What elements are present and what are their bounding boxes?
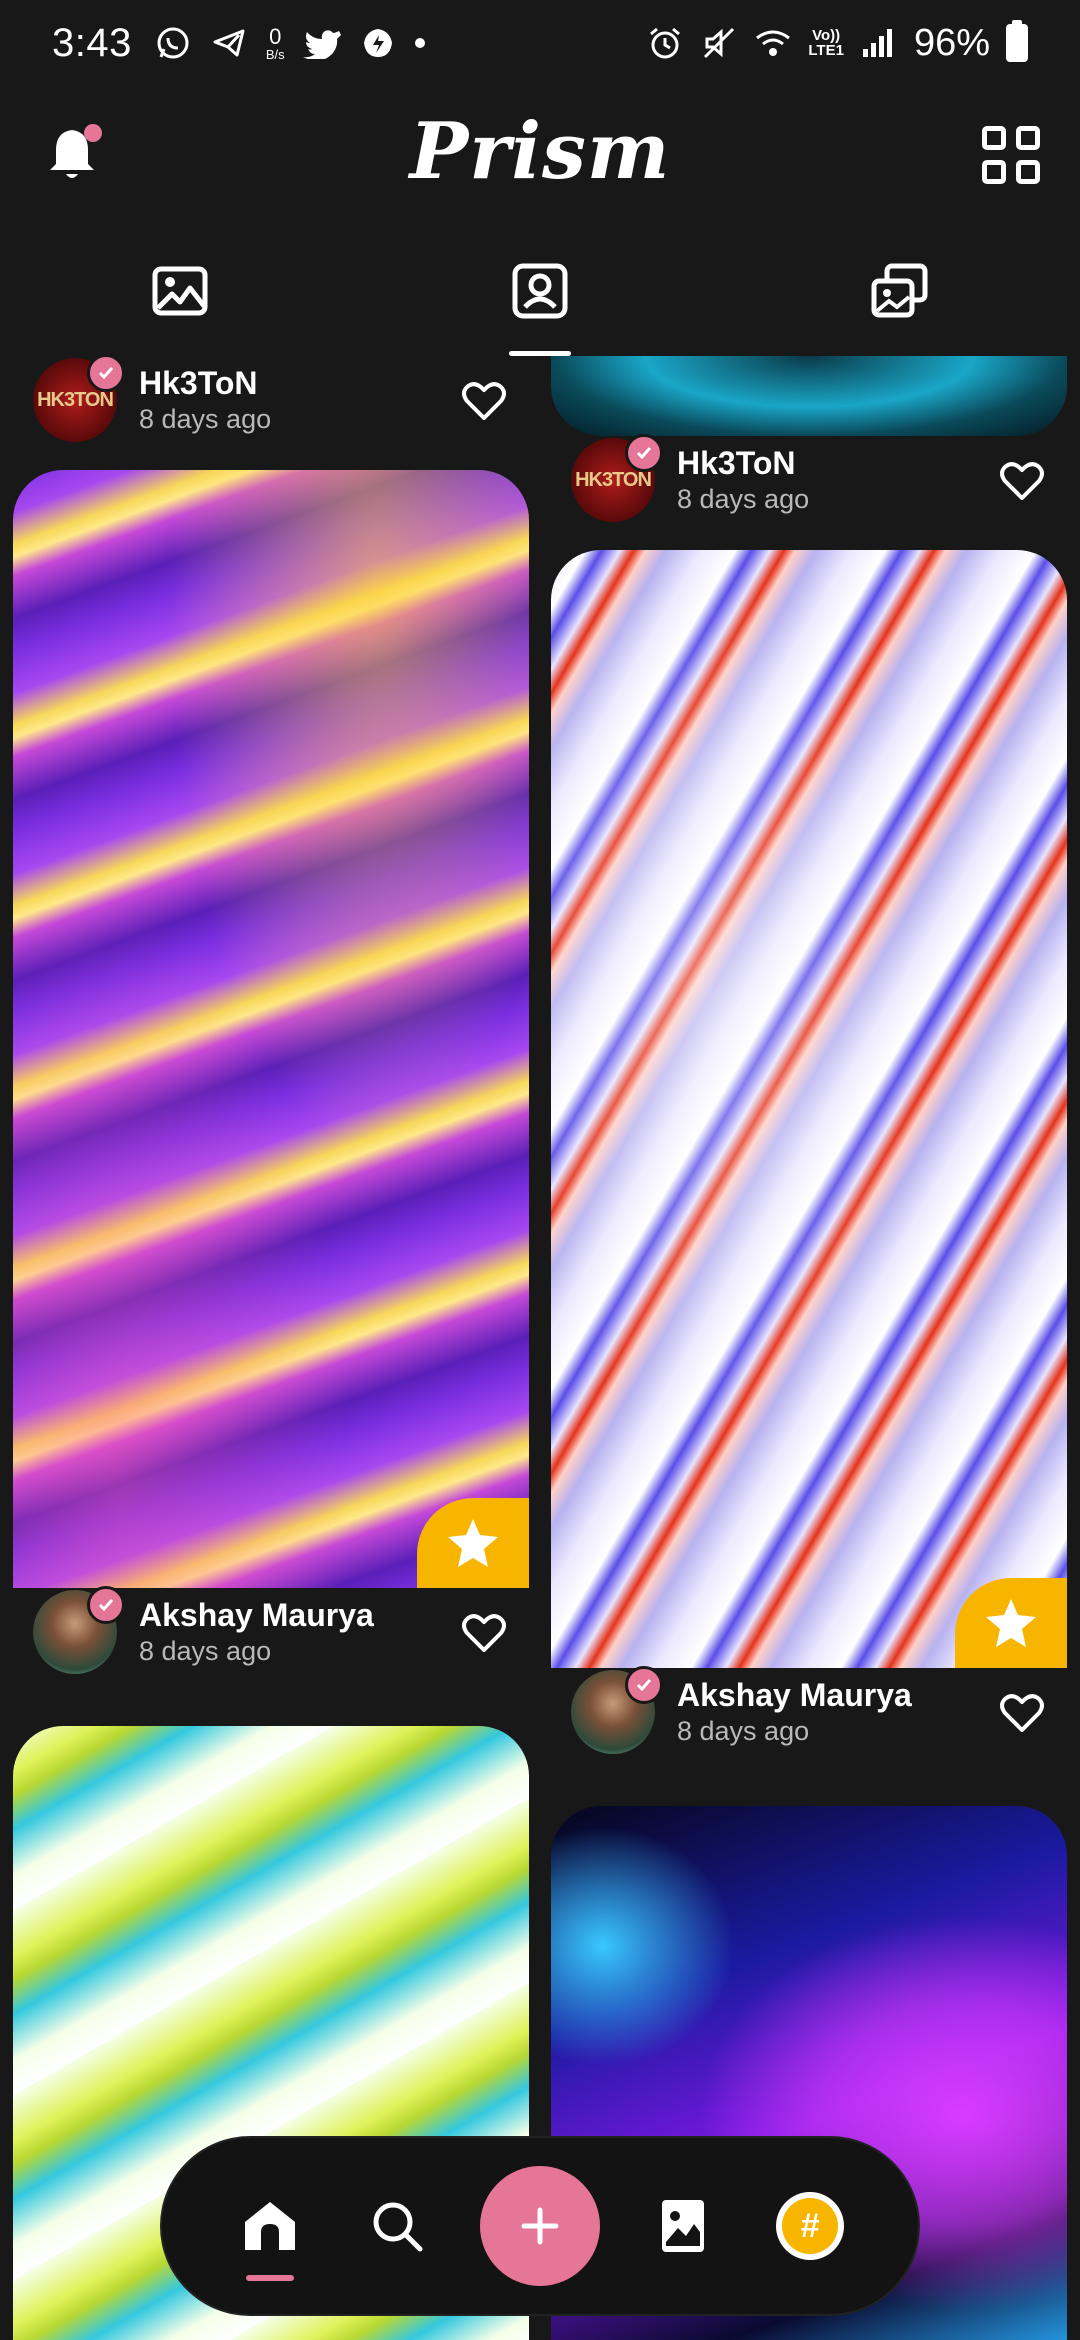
image-icon xyxy=(152,266,208,316)
author-row: HK3TON Hk3ToN 8 days ago xyxy=(13,356,529,444)
wallpaper-feed[interactable]: HK3TON Hk3ToN 8 days ago Akshay Maurya 8… xyxy=(0,356,1080,2340)
more-notifications-dot xyxy=(414,38,425,48)
verified-badge xyxy=(625,1666,663,1704)
wallpaper-card[interactable] xyxy=(551,550,1067,1668)
plus-icon xyxy=(521,2207,559,2245)
wifi-icon xyxy=(754,24,792,62)
wallpaper-card[interactable] xyxy=(13,470,529,1588)
author-name[interactable]: Akshay Maurya xyxy=(139,1596,374,1634)
heart-icon[interactable] xyxy=(461,378,507,424)
mute-icon xyxy=(700,24,738,62)
avatar[interactable]: HK3TON xyxy=(33,356,125,442)
bottom-navigation: # xyxy=(162,2138,918,2314)
app-title: Prism xyxy=(409,106,671,197)
status-bar: 3:43 0 B/s Vo)) LTE1 96% xyxy=(0,0,1080,86)
add-wallpaper-button[interactable] xyxy=(479,2166,600,2286)
image-icon xyxy=(661,2200,704,2252)
hashtag-icon: # xyxy=(782,2198,839,2254)
grid-icon xyxy=(982,126,1006,150)
post-time: 8 days ago xyxy=(677,1716,810,1746)
verified-badge xyxy=(87,356,125,392)
nav-hashtags[interactable]: # xyxy=(765,2181,855,2271)
heart-icon[interactable] xyxy=(461,1610,507,1656)
author-row: HK3TON Hk3ToN 8 days ago xyxy=(551,434,1067,524)
feed-column-left: HK3TON Hk3ToN 8 days ago Akshay Maurya 8… xyxy=(13,356,529,2340)
tab-bar xyxy=(0,226,1080,356)
app-notification-icon xyxy=(359,24,397,62)
signal-icon xyxy=(860,24,898,62)
nav-wallpapers[interactable] xyxy=(638,2181,728,2271)
tab-collections[interactable] xyxy=(720,226,1080,356)
avatar[interactable] xyxy=(571,1666,663,1754)
author-name[interactable]: Hk3ToN xyxy=(139,364,271,402)
post-time: 8 days ago xyxy=(139,1636,272,1666)
star-icon xyxy=(448,1519,498,1567)
check-icon xyxy=(636,1679,652,1692)
wallpaper-card[interactable] xyxy=(551,356,1067,436)
alarm-icon xyxy=(646,24,684,62)
search-icon xyxy=(373,2202,423,2252)
check-icon xyxy=(98,1599,114,1612)
author-name[interactable]: Hk3ToN xyxy=(677,444,809,482)
check-icon xyxy=(636,447,652,460)
heart-icon[interactable] xyxy=(999,1690,1045,1736)
nav-search[interactable] xyxy=(352,2181,442,2271)
author-name[interactable]: Akshay Maurya xyxy=(677,1676,912,1714)
star-icon xyxy=(986,1599,1036,1647)
nav-home[interactable] xyxy=(225,2181,315,2271)
app-header: Prism xyxy=(0,86,1080,226)
battery-percent: 96% xyxy=(913,21,990,64)
tab-wallpapers[interactable] xyxy=(0,226,360,356)
battery-icon xyxy=(1006,20,1028,62)
grid-view-button[interactable] xyxy=(982,126,1042,186)
verified-badge xyxy=(87,1586,125,1624)
feed-column-right: HK3TON Hk3ToN 8 days ago Akshay Maurya 8… xyxy=(551,356,1067,2340)
avatar[interactable] xyxy=(33,1586,125,1674)
avatar[interactable]: HK3TON xyxy=(571,434,663,522)
heart-icon[interactable] xyxy=(999,458,1045,504)
status-time: 3:43 xyxy=(52,20,132,65)
avatar-text: HK3TON xyxy=(575,468,652,491)
verified-badge xyxy=(625,434,663,472)
portrait-icon xyxy=(512,263,568,319)
check-icon xyxy=(98,367,114,380)
volte-indicator: Vo)) LTE1 xyxy=(808,27,844,59)
tab-profile[interactable] xyxy=(360,226,720,356)
home-icon xyxy=(244,2202,295,2250)
post-time: 8 days ago xyxy=(139,404,272,434)
twitter-icon xyxy=(302,24,341,62)
author-row: Akshay Maurya 8 days ago xyxy=(551,1666,1067,1756)
photo-stack-icon xyxy=(871,263,928,318)
telegram-icon xyxy=(210,24,248,62)
author-row: Akshay Maurya 8 days ago xyxy=(13,1586,529,1676)
post-time: 8 days ago xyxy=(677,484,810,514)
whatsapp-icon xyxy=(154,24,192,62)
avatar-text: HK3TON xyxy=(37,388,114,411)
net-speed: 0 B/s xyxy=(265,23,285,62)
